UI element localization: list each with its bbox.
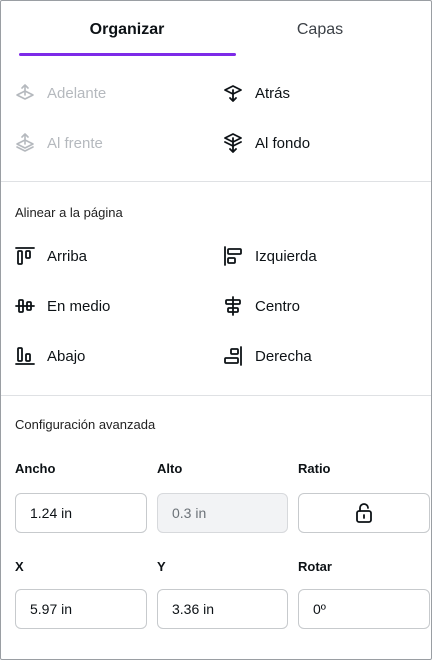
align-right-icon [224, 346, 242, 366]
align-right-label: Derecha [255, 347, 312, 365]
tab-bar: Organizar Capas [1, 1, 431, 59]
align-top-label: Arriba [47, 247, 88, 265]
send-backward-button[interactable]: Atrás [223, 80, 290, 106]
bring-forward-icon [16, 84, 34, 100]
width-field[interactable]: 1.24 in [15, 493, 147, 533]
height-field: 0.3 in [157, 493, 288, 533]
y-label: Y [157, 559, 166, 574]
align-left-icon [224, 246, 242, 266]
send-backward-icon [224, 85, 242, 102]
y-position-field[interactable]: 3.36 in [157, 589, 288, 629]
height-value: 0.3 in [172, 505, 207, 521]
align-center-icon [225, 296, 241, 316]
send-to-back-label: Al fondo [255, 134, 311, 152]
ratio-label: Ratio [298, 461, 331, 476]
align-section-title: Alinear a la página [15, 205, 123, 220]
x-value: 5.97 in [30, 601, 73, 617]
active-tab-indicator [19, 53, 236, 56]
x-position-field[interactable]: 5.97 in [15, 589, 147, 629]
rotate-label: Rotar [298, 559, 332, 574]
bring-forward-label: Adelante [47, 84, 107, 102]
align-bottom-button[interactable]: Abajo [15, 343, 85, 369]
align-bottom-label: Abajo [47, 347, 86, 365]
align-left-button[interactable]: Izquierda [223, 243, 317, 269]
align-middle-button[interactable]: En medio [15, 293, 110, 319]
x-label: X [15, 559, 24, 574]
align-middle-icon [15, 299, 35, 313]
align-center-button[interactable]: Centro [223, 293, 300, 319]
send-backward-label: Atrás [255, 84, 291, 102]
align-top-button[interactable]: Arriba [15, 243, 87, 269]
rotate-field[interactable]: 0º [298, 589, 430, 629]
section-divider [1, 181, 431, 182]
unlocked-padlock-icon [356, 503, 372, 523]
width-label: Ancho [15, 461, 56, 476]
align-middle-label: En medio [47, 297, 111, 315]
rotate-value: 0º [313, 601, 326, 617]
height-label: Alto [157, 461, 183, 476]
bring-to-front-label: Al frente [47, 134, 103, 152]
bring-to-front-icon [16, 133, 34, 152]
align-bottom-icon [15, 347, 35, 365]
align-top-icon [15, 247, 35, 265]
tab-capas[interactable]: Capas [225, 21, 415, 39]
align-left-label: Izquierda [255, 247, 317, 265]
tab-organizar[interactable]: Organizar [19, 21, 235, 39]
bring-forward-button[interactable]: Adelante [15, 80, 106, 106]
align-right-button[interactable]: Derecha [223, 343, 312, 369]
advanced-section-title: Configuración avanzada [15, 417, 156, 432]
section-divider [1, 395, 431, 396]
send-to-back-icon [224, 133, 242, 153]
y-value: 3.36 in [172, 601, 215, 617]
align-center-label: Centro [255, 297, 301, 315]
ratio-lock-button[interactable] [298, 493, 430, 533]
width-value: 1.24 in [30, 505, 73, 521]
bring-to-front-button[interactable]: Al frente [15, 130, 103, 156]
send-to-back-button[interactable]: Al fondo [223, 130, 310, 156]
arrange-panel: Organizar Capas Adelante Atrás Al frente [0, 0, 432, 660]
